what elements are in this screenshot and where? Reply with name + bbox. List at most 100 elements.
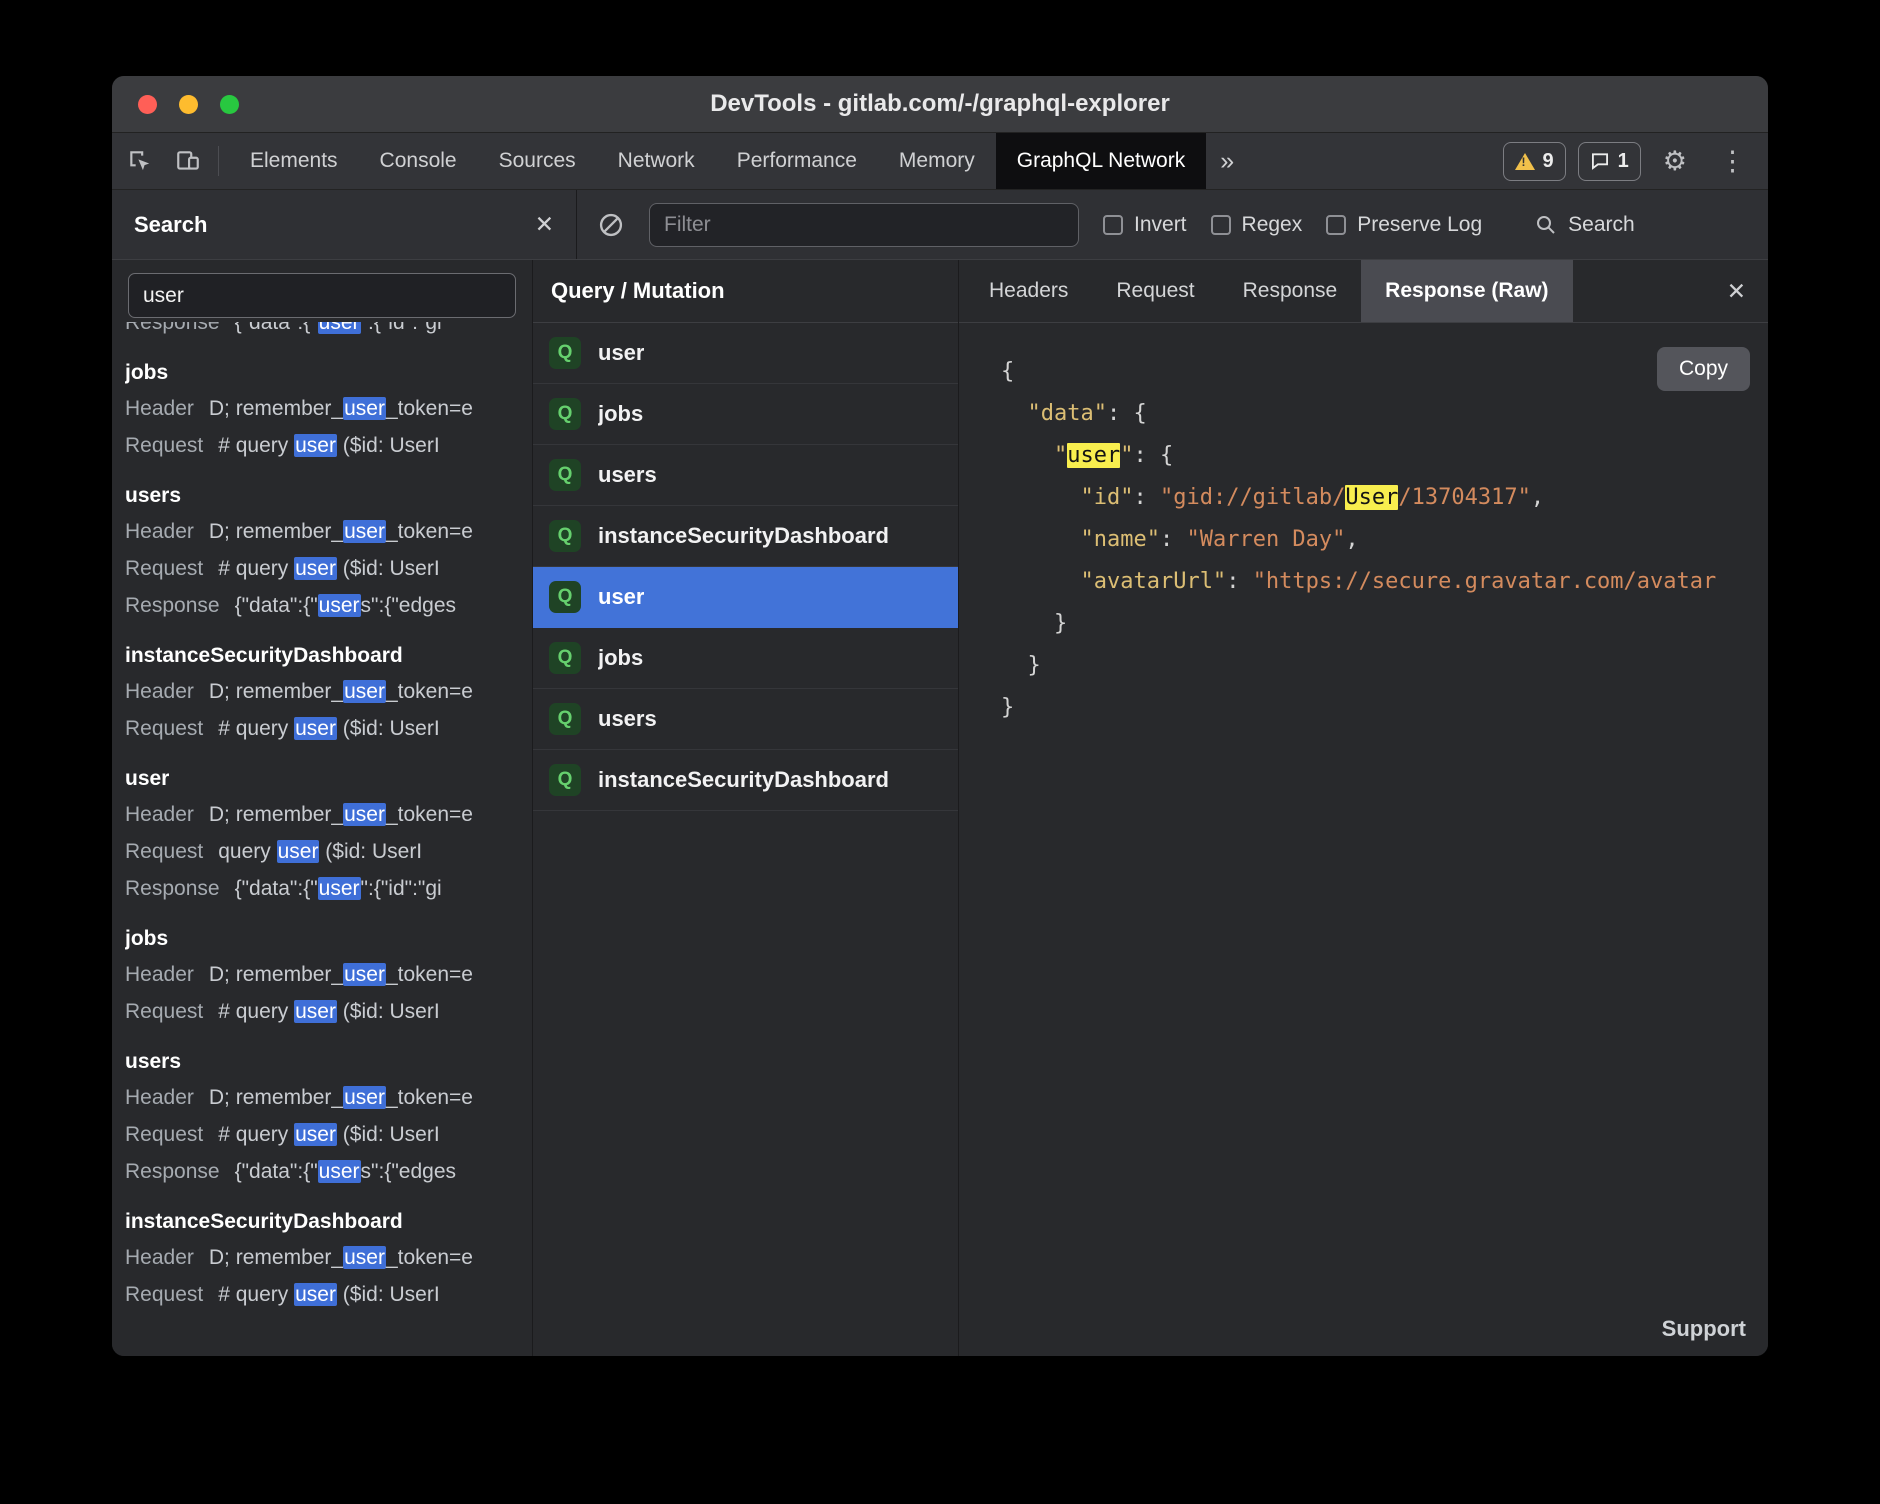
support-link[interactable]: Support [1662, 1316, 1746, 1342]
text-segment: /13704317" [1398, 485, 1530, 510]
search-input[interactable] [128, 273, 516, 318]
search-result-section-title: jobs [125, 356, 526, 390]
response-tab-request[interactable]: Request [1092, 260, 1218, 322]
devtools-tab-network[interactable]: Network [597, 133, 716, 189]
window-titlebar[interactable]: DevTools - gitlab.com/-/graphql-explorer [112, 76, 1768, 133]
query-list-item[interactable]: QinstanceSecurityDashboard [533, 506, 958, 567]
invert-checkbox[interactable] [1103, 215, 1123, 235]
search-result-line[interactable]: HeaderD; remember_user_token=e [125, 1079, 526, 1116]
kebab-menu-icon[interactable]: ⋮ [1709, 148, 1756, 175]
close-response-panel-icon[interactable]: ✕ [1705, 278, 1768, 305]
search-result-line[interactable]: Requestquery user ($id: UserI [125, 833, 526, 870]
search-result-line[interactable]: HeaderD; remember_user_token=e [125, 796, 526, 833]
devtools-tab-console[interactable]: Console [359, 133, 478, 189]
json-line: "id": "gid://gitlab/User/13704317", [1001, 477, 1768, 519]
query-list-item[interactable]: Qjobs [533, 628, 958, 689]
text-segment: "https://secure.gravatar.com/avatar [1253, 569, 1717, 594]
json-content: { "data": { "user": { "id": "gid://gitla… [1001, 351, 1768, 729]
settings-gear-icon[interactable]: ⚙ [1653, 148, 1697, 175]
search-result-line-label: Request [125, 434, 203, 457]
json-line: } [1001, 645, 1768, 687]
text-segment: "name" [1080, 527, 1159, 552]
query-type-badge: Q [549, 520, 581, 552]
regex-checkbox-group[interactable]: Regex [1211, 213, 1303, 237]
search-input-wrap [112, 260, 532, 322]
query-list-item[interactable]: Qusers [533, 689, 958, 750]
search-match-highlight: user [294, 717, 337, 740]
text-segment: , [1345, 527, 1358, 552]
query-type-badge: Q [549, 581, 581, 613]
search-toggle-button[interactable]: Search [1534, 213, 1635, 237]
text-segment: "avatarUrl" [1080, 569, 1226, 594]
main-content: Response{"data":{"user":{"id":"gijobsHea… [112, 260, 1768, 1356]
search-result-section-title: jobs [125, 922, 526, 956]
search-result-line[interactable]: Request# query user ($id: UserI [125, 1276, 526, 1313]
search-match-highlight: user [1067, 443, 1120, 468]
search-result-line[interactable]: Request# query user ($id: UserI [125, 993, 526, 1030]
search-result-line[interactable]: HeaderD; remember_user_token=e [125, 673, 526, 710]
secondary-toolbar: Search ✕ Invert Regex [112, 190, 1768, 260]
text-segment: _token=e [386, 1086, 473, 1109]
json-line: } [1001, 603, 1768, 645]
search-result-line[interactable]: Request# query user ($id: UserI [125, 710, 526, 747]
search-result-line[interactable]: Response{"data":{"user":{"id":"gi [125, 322, 526, 341]
devtools-tab-graphql-network[interactable]: GraphQL Network [996, 133, 1206, 189]
close-search-icon[interactable]: ✕ [535, 211, 554, 238]
devtools-tab-sources[interactable]: Sources [478, 133, 597, 189]
search-result-line[interactable]: Request# query user ($id: UserI [125, 550, 526, 587]
search-result-line-label: Response [125, 594, 220, 617]
query-list-item[interactable]: Quser [533, 323, 958, 384]
response-tab-response-raw[interactable]: Response (Raw) [1361, 260, 1572, 322]
device-toolbar-icon[interactable] [168, 141, 208, 181]
search-result-line[interactable]: Response{"data":{"users":{"edges [125, 587, 526, 624]
search-result-line[interactable]: HeaderD; remember_user_token=e [125, 956, 526, 993]
preserve-log-checkbox-group[interactable]: Preserve Log [1326, 213, 1482, 237]
preserve-log-label: Preserve Log [1357, 213, 1482, 237]
search-result-line[interactable]: Response{"data":{"users":{"edges [125, 1153, 526, 1190]
search-match-highlight: user [343, 397, 386, 420]
query-list-item[interactable]: Quser [533, 567, 958, 628]
search-result-section-title: user [125, 762, 526, 796]
regex-checkbox[interactable] [1211, 215, 1231, 235]
search-result-line-label: Response [125, 877, 220, 900]
preserve-log-checkbox[interactable] [1326, 215, 1346, 235]
search-result-line[interactable]: HeaderD; remember_user_token=e [125, 390, 526, 427]
response-tab-headers[interactable]: Headers [965, 260, 1092, 322]
search-match-highlight: user [294, 1000, 337, 1023]
devtools-tab-performance[interactable]: Performance [716, 133, 878, 189]
query-list-item[interactable]: Qjobs [533, 384, 958, 445]
filter-input[interactable] [649, 203, 1079, 247]
warnings-badge[interactable]: 9 [1503, 142, 1566, 181]
text-segment: query [218, 840, 276, 863]
text-segment: : [1160, 527, 1187, 552]
text-segment: # query [218, 557, 294, 580]
search-match-highlight: user [343, 1086, 386, 1109]
search-match-highlight: user [318, 322, 361, 334]
clear-log-icon[interactable] [597, 211, 625, 239]
search-result-line[interactable]: Request# query user ($id: UserI [125, 1116, 526, 1153]
search-results[interactable]: Response{"data":{"user":{"id":"gijobsHea… [112, 322, 532, 1356]
text-segment: : { [1133, 443, 1173, 468]
devtools-tab-memory[interactable]: Memory [878, 133, 996, 189]
more-tabs-button[interactable]: » [1206, 147, 1248, 176]
query-list[interactable]: QuserQjobsQusersQinstanceSecurityDashboa… [533, 323, 958, 1356]
search-result-line[interactable]: HeaderD; remember_user_token=e [125, 513, 526, 550]
response-raw-content[interactable]: { "data": { "user": { "id": "gid://gitla… [959, 323, 1768, 1356]
search-icon [1534, 213, 1558, 237]
json-line: "avatarUrl": "https://secure.gravatar.co… [1001, 561, 1768, 603]
message-bubble-icon [1590, 151, 1610, 171]
response-tab-response[interactable]: Response [1219, 260, 1362, 322]
issues-badge[interactable]: 1 [1578, 142, 1641, 181]
query-list-item[interactable]: QinstanceSecurityDashboard [533, 750, 958, 811]
text-segment: {"data":{" [235, 877, 318, 900]
query-list-item[interactable]: Qusers [533, 445, 958, 506]
search-result-line[interactable]: HeaderD; remember_user_token=e [125, 1239, 526, 1276]
search-result-line-label: Response [125, 1160, 220, 1183]
copy-button[interactable]: Copy [1657, 347, 1750, 391]
inspect-element-icon[interactable] [120, 141, 160, 181]
invert-checkbox-group[interactable]: Invert [1103, 213, 1187, 237]
devtools-tab-elements[interactable]: Elements [229, 133, 359, 189]
search-result-line[interactable]: Request# query user ($id: UserI [125, 427, 526, 464]
search-result-line[interactable]: Response{"data":{"user":{"id":"gi [125, 870, 526, 907]
search-panel-title: Search [134, 212, 207, 238]
